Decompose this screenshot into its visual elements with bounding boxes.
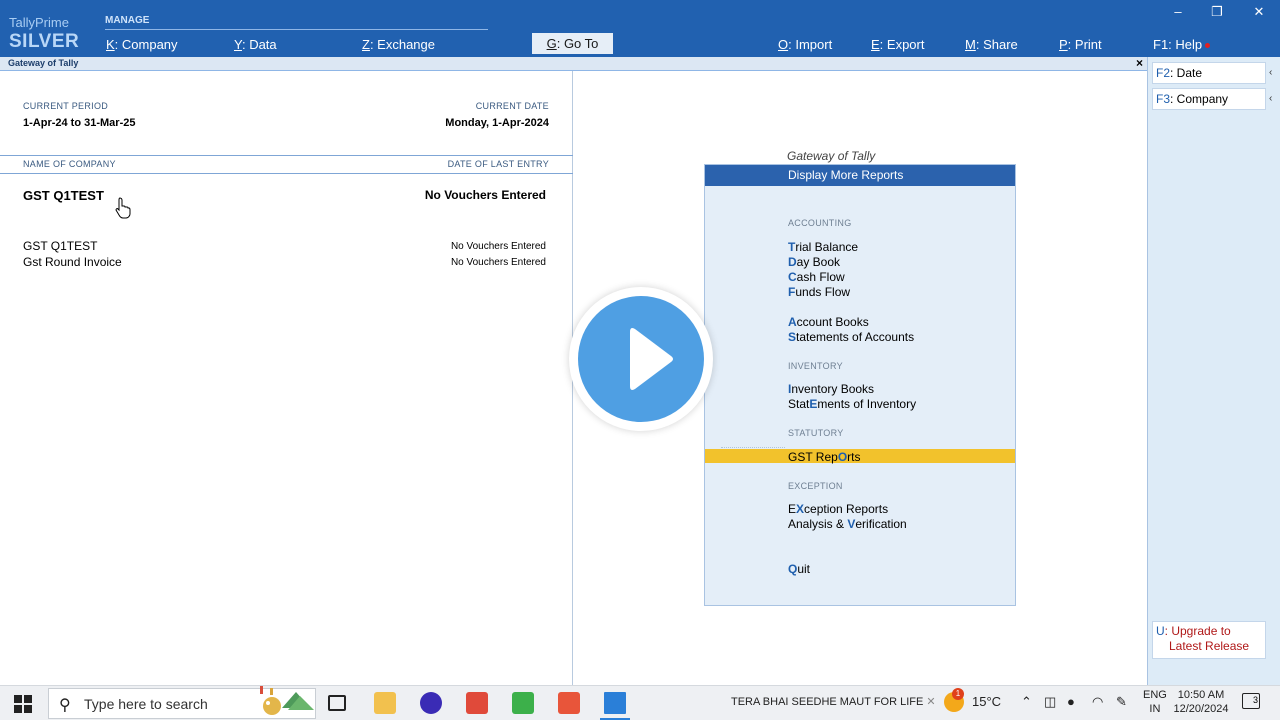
divider	[0, 173, 573, 174]
current-period[interactable]: 1-Apr-24 to 31-Mar-25	[23, 117, 135, 129]
manage-divider	[105, 29, 488, 30]
screen-title: Gateway of Tally	[8, 58, 79, 68]
hand-cursor-icon	[115, 197, 131, 219]
chevron-left-icon[interactable]: ‹	[1269, 62, 1279, 84]
menu-exchange[interactable]: Z: Exchange	[362, 37, 435, 52]
windows-start-icon[interactable]	[14, 695, 32, 713]
news-ticker[interactable]: TERA BHAI SEEDHE MAUT FOR LIFE ✕	[731, 695, 936, 708]
play-circle	[578, 296, 704, 422]
close-window-icon[interactable]: ✕	[1249, 4, 1269, 20]
top-menu-bar: TallyPrime SILVER MANAGE K: Company Y: D…	[0, 0, 1280, 57]
menu-item-gst-reports[interactable]: GST RepOrts	[788, 450, 861, 464]
video-play-button[interactable]	[569, 287, 713, 431]
close-screen-icon[interactable]: ×	[1136, 56, 1143, 70]
menu-item-display-more-reports[interactable]: Display More Reports	[705, 165, 1015, 186]
company-list-status: No Vouchers Entered	[450, 241, 546, 252]
menu-share[interactable]: M: Share	[965, 37, 1018, 52]
active-company-status: No Vouchers Entered	[424, 188, 546, 202]
section-exception: EXCEPTION	[788, 481, 843, 491]
menu-company[interactable]: K: Company	[106, 37, 178, 52]
weather-icon[interactable]: 1	[944, 688, 964, 712]
date-of-last-entry-label: DATE OF LAST ENTRY	[447, 159, 549, 169]
app-icon[interactable]	[420, 692, 442, 714]
task-view-icon[interactable]	[328, 695, 346, 711]
search-placeholder: Type here to search	[84, 696, 208, 712]
name-of-company-label: NAME OF COMPANY	[23, 159, 116, 169]
company-list-status: No Vouchers Entered	[450, 257, 546, 268]
menu-data[interactable]: Y: Data	[234, 37, 277, 52]
menu-item-account-books[interactable]: Account Books	[788, 315, 869, 329]
button-upgrade[interactable]: U: Upgrade to Latest Release	[1152, 621, 1266, 659]
divider	[0, 155, 573, 156]
company-list-item[interactable]: Gst Round Invoice	[23, 255, 122, 269]
notification-icon[interactable]: 3	[1242, 693, 1260, 709]
menu-item-quit[interactable]: Quit	[788, 562, 810, 576]
current-date-label: CURRENT DATE	[475, 101, 549, 111]
play-icon	[630, 328, 673, 390]
recorder-icon[interactable]	[558, 692, 580, 714]
brand-edition: SILVER	[9, 31, 80, 52]
file-explorer-icon[interactable]	[374, 692, 396, 714]
menu-item-inventory-books[interactable]: Inventory Books	[788, 382, 874, 396]
button-company[interactable]: F3: Company	[1152, 88, 1266, 110]
pen-icon[interactable]: ✎	[1116, 694, 1127, 710]
help-alert-icon	[1205, 43, 1211, 49]
microphone-icon[interactable]: ●	[1067, 694, 1075, 709]
show-hidden-icons-icon[interactable]: ⌃	[1021, 694, 1032, 710]
menu-item-day-book[interactable]: Day Book	[788, 255, 840, 269]
button-date[interactable]: F2: Date	[1152, 62, 1266, 84]
language-indicator[interactable]: ENG IN	[1143, 688, 1167, 716]
brand-name: TallyPrime	[9, 15, 69, 30]
section-accounting: ACCOUNTING	[788, 218, 852, 228]
active-company-name[interactable]: GST Q1TEST	[23, 188, 104, 203]
tally-app-icon[interactable]	[604, 692, 626, 714]
gateway-menu-title: Gateway of Tally	[787, 149, 876, 163]
menu-item-exception-reports[interactable]: EXception Reports	[788, 502, 888, 516]
current-period-label: CURRENT PERIOD	[23, 101, 109, 111]
menu-item-trial-balance[interactable]: Trial Balance	[788, 240, 858, 254]
menu-help[interactable]: F1: Help	[1153, 37, 1211, 52]
menu-print[interactable]: P: Print	[1059, 37, 1102, 52]
menu-item-analysis-verification[interactable]: Analysis & Verification	[788, 517, 907, 531]
menu-import[interactable]: O: Import	[778, 37, 832, 52]
search-highlight-doodle	[260, 686, 314, 715]
gateway-menu: Display More Reports ACCOUNTING Trial Ba…	[704, 164, 1016, 606]
menu-goto[interactable]: G: Go To	[532, 33, 613, 54]
minimize-icon[interactable]: –	[1168, 4, 1188, 19]
wifi-icon[interactable]: ◠	[1092, 694, 1103, 710]
menu-item-statements-of-accounts[interactable]: Statements of Accounts	[788, 330, 914, 344]
manage-label: MANAGE	[105, 15, 150, 26]
camtasia-icon[interactable]	[512, 692, 534, 714]
temperature[interactable]: 15°C	[972, 694, 1001, 709]
restore-icon[interactable]: ❐	[1207, 4, 1227, 20]
menu-item-funds-flow[interactable]: Funds Flow	[788, 285, 850, 299]
section-inventory: INVENTORY	[788, 361, 843, 371]
menu-export[interactable]: E: Export	[871, 37, 924, 52]
company-info-panel: CURRENT PERIOD 1-Apr-24 to 31-Mar-25 CUR…	[0, 71, 573, 685]
screen-title-bar: Gateway of Tally ×	[0, 56, 1147, 71]
weather-badge: 1	[952, 688, 964, 700]
anydesk-icon[interactable]	[466, 692, 488, 714]
clock[interactable]: 10:50 AM 12/20/2024	[1170, 688, 1232, 716]
button-bar: F2: Date ‹ F3: Company ‹ U: Upgrade to L…	[1147, 57, 1280, 685]
network-icon[interactable]: ◫	[1044, 694, 1056, 710]
search-icon: ⚲	[59, 697, 71, 714]
menu-item-cash-flow[interactable]: Cash Flow	[788, 270, 845, 284]
company-list-item[interactable]: GST Q1TEST	[23, 239, 97, 253]
menu-item-statements-of-inventory[interactable]: StatEments of Inventory	[788, 397, 916, 411]
current-date[interactable]: Monday, 1-Apr-2024	[445, 117, 549, 129]
chevron-left-icon[interactable]: ‹	[1269, 88, 1279, 110]
section-statutory: STATUTORY	[788, 428, 844, 438]
windows-taskbar: ⚲ Type here to search TERA BHAI SEEDHE M…	[0, 685, 1280, 720]
